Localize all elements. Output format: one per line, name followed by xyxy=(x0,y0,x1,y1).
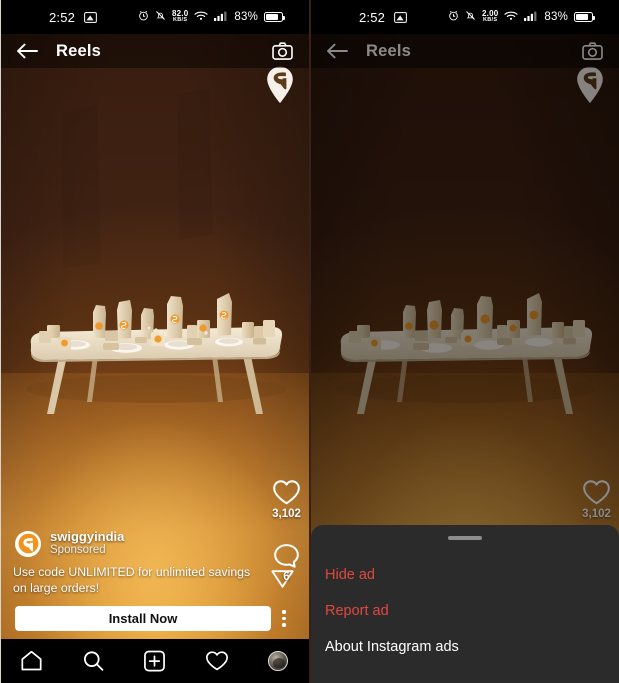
ad-caption-row: Use code UNLIMITED for unlimited savings… xyxy=(1,565,309,597)
sponsored-label: Sponsored xyxy=(50,544,106,557)
sheet-option-report-ad[interactable]: Report ad xyxy=(311,593,619,629)
cellular-signal-icon xyxy=(214,10,227,24)
cellular-signal-icon xyxy=(524,10,537,24)
phone-screen-right: 2:52 2.00 KB/S 83% 3,102 Reels Hide ad R… xyxy=(311,0,619,683)
phone-screen-left: 2:52 82.0 KB/S 83% 3,102 6 Reels swiggyi… xyxy=(1,0,309,683)
install-now-button[interactable]: Install Now xyxy=(15,606,271,631)
bell-off-icon xyxy=(465,10,476,24)
ad-options-sheet: Hide ad Report ad About Instagram ads xyxy=(311,525,619,683)
screencast-icon xyxy=(394,11,408,23)
drag-handle[interactable] xyxy=(448,536,482,540)
ad-account-row[interactable]: swiggyindia Sponsored xyxy=(1,529,309,558)
camera-button[interactable] xyxy=(582,42,603,60)
profile-avatar xyxy=(268,651,289,671)
back-button[interactable] xyxy=(16,43,38,59)
ad-username: swiggyindia xyxy=(50,529,125,545)
back-button[interactable] xyxy=(326,43,348,59)
camera-icon xyxy=(272,42,293,60)
ad-account-text: swiggyindia Sponsored xyxy=(50,529,124,558)
bell-off-icon xyxy=(155,10,166,24)
network-speed: 82.0 KB/S xyxy=(172,10,188,24)
network-speed-unit: KB/S xyxy=(173,17,188,24)
battery-percent: 83% xyxy=(544,11,568,23)
like-button[interactable]: 3,102 xyxy=(272,479,301,520)
comment-count: 6 xyxy=(283,571,290,583)
screenshot-stage: 2:52 82.0 KB/S 83% 3,102 6 Reels swiggyi… xyxy=(0,0,619,683)
comment-bubble-icon xyxy=(274,544,299,568)
bottom-tab-bar xyxy=(1,639,309,683)
tab-search[interactable] xyxy=(63,650,125,672)
tab-activity[interactable] xyxy=(186,650,248,672)
heart-icon xyxy=(273,480,300,505)
kebab-menu-icon[interactable] xyxy=(271,610,297,627)
like-count: 3,102 xyxy=(582,508,611,520)
home-icon xyxy=(21,650,42,671)
tab-home[interactable] xyxy=(1,650,63,672)
back-arrow-icon xyxy=(327,43,348,59)
heart-icon xyxy=(205,651,228,671)
status-time: 2:52 xyxy=(359,9,386,25)
reels-header: Reels xyxy=(311,34,619,68)
alarm-icon xyxy=(448,10,459,24)
network-speed: 2.00 KB/S xyxy=(482,10,498,24)
ad-caption: Use code UNLIMITED for unlimited savings… xyxy=(13,565,251,596)
screencast-icon xyxy=(84,11,98,23)
back-arrow-icon xyxy=(17,43,38,59)
sheet-option-hide-ad[interactable]: Hide ad xyxy=(311,557,619,593)
sheet-option-about-ads[interactable]: About Instagram ads xyxy=(311,629,619,665)
heart-icon xyxy=(583,480,610,505)
camera-button[interactable] xyxy=(272,42,293,60)
search-icon xyxy=(83,651,104,671)
comment-button[interactable]: 6 xyxy=(272,542,301,583)
page-title: Reels xyxy=(56,41,102,60)
status-indicators: 82.0 KB/S 83% xyxy=(138,10,286,24)
swiggy-pin-logo xyxy=(577,66,603,103)
battery-icon xyxy=(264,12,286,22)
plus-square-icon xyxy=(144,650,166,672)
tab-create[interactable] xyxy=(124,650,186,672)
reels-header: Reels xyxy=(1,34,309,68)
reel-action-rail: 3,102 6 xyxy=(272,479,301,583)
status-indicators: 2.00 KB/S 83% xyxy=(448,10,596,24)
swiggy-pin-logo xyxy=(267,66,293,103)
battery-icon xyxy=(574,12,596,22)
ad-overlay: swiggyindia Sponsored Use code UNLIMITED… xyxy=(1,529,309,639)
network-speed-unit: KB/S xyxy=(483,17,498,24)
alarm-icon xyxy=(138,10,149,24)
camera-icon xyxy=(582,42,603,60)
like-count: 3,102 xyxy=(272,508,301,520)
swiggy-avatar xyxy=(15,530,41,557)
like-button[interactable]: 3,102 xyxy=(582,479,611,520)
page-title: Reels xyxy=(366,41,412,60)
status-bar-left: 2:52 82.0 KB/S 83% xyxy=(1,0,309,34)
ad-cta-row: Install Now xyxy=(1,597,309,639)
status-bar-right: 2:52 2.00 KB/S 83% xyxy=(311,0,619,34)
wifi-icon xyxy=(194,10,208,24)
status-time: 2:52 xyxy=(49,9,76,25)
battery-percent: 83% xyxy=(234,11,258,23)
wifi-icon xyxy=(504,10,518,24)
tab-profile[interactable] xyxy=(247,651,309,671)
